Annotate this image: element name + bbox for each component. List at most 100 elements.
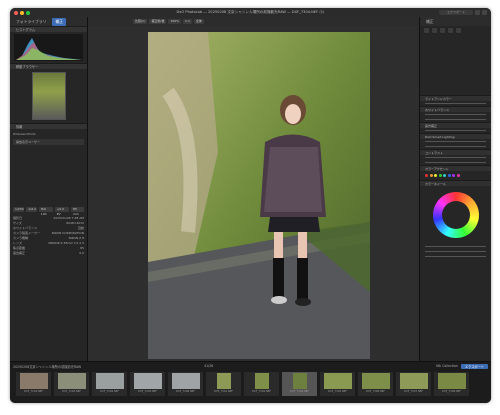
zoom-button[interactable] [26, 10, 30, 15]
viewer: 比較(C) 補正前/後 100% 1:1 全体 [88, 17, 419, 361]
histogram [14, 34, 83, 61]
film-thumb[interactable]: DXF_7308.NEF [434, 372, 469, 396]
thumb-image [57, 373, 86, 389]
window-controls [14, 10, 30, 15]
filmstrip-panel: 20250208文京シャシン人場所の前撮影光RAW 41/26 Nik Coll… [10, 361, 491, 403]
thumb-image [361, 373, 390, 389]
color-wheel-center [441, 201, 470, 229]
info-header[interactable]: 情報 [10, 123, 87, 129]
slider[interactable] [425, 144, 486, 149]
film-thumb[interactable]: DXF_7307.NEF [396, 372, 431, 396]
filmstrip-bar: 20250208文京シャシン人場所の前撮影光RAW 41/26 Nik Coll… [10, 362, 491, 370]
thumb-caption: DXF_7304.NEF [289, 390, 310, 393]
film-thumb[interactable]: DXF_7302.NEF [244, 372, 279, 396]
thumb-caption: DXF_7294.NEF [99, 390, 120, 393]
film-thumb[interactable]: DXF_7305.NEF [320, 372, 355, 396]
export-button[interactable]: エクスポート [439, 10, 473, 15]
nik-collection-button[interactable]: Nik Collection [436, 364, 458, 368]
search-icon[interactable] [456, 28, 461, 33]
thumb-image [133, 373, 162, 389]
fit-button[interactable]: 全体 [193, 19, 204, 24]
color-wheel[interactable] [432, 192, 479, 238]
mask-icon[interactable] [448, 28, 453, 33]
color-swatches [420, 171, 491, 180]
film-thumb-selected[interactable]: DXF_7304.NEF [282, 372, 317, 396]
filmstrip: DXF_7292.NEF DXF_7293.NEF DXF_7294.NEF D… [10, 370, 491, 398]
swatch-purple[interactable] [452, 174, 455, 177]
thumb-image [95, 373, 124, 389]
exif-aperture: 1/2.2 [26, 207, 37, 212]
histogram-header[interactable]: ヒストグラム [10, 26, 87, 32]
crop-icon[interactable] [424, 28, 429, 33]
folder-path[interactable]: 20250208文京シャシン人場所の前撮影光RAW [13, 364, 81, 369]
film-thumb[interactable]: DXF_7293.NEF [54, 372, 89, 396]
thumb-caption: DXF_7305.NEF [327, 390, 348, 393]
customize-title: 補正 [426, 18, 434, 24]
right-panel: 補正 ライトアンドカラー ホワイトバランス 露光補正 DxO Smart Lig… [419, 17, 491, 361]
metadata-list: 撮影日 2025/01/08 7:48 AM サイズ 6048×4032 ホワイトバ… [10, 216, 87, 256]
thumb-caption: DXF_7306.NEF [365, 390, 386, 393]
title-bar: DxO PhotoLab — 20250208 文京シャシン人場所の前撮影光RA… [10, 8, 491, 17]
film-thumb[interactable]: DXF_7294.NEF [92, 372, 127, 396]
meta-row: 露出補正 0.0 [10, 251, 87, 256]
image-count: 41/26 [204, 364, 214, 368]
slider[interactable] [425, 128, 486, 133]
film-thumb[interactable]: DXF_7292.NEF [16, 372, 51, 396]
film-thumb[interactable]: DXF_7301.NEF [206, 372, 241, 396]
slider[interactable] [425, 160, 486, 165]
tab-photo-library[interactable]: フォトライブラリ [13, 18, 49, 26]
swatch-cyan[interactable] [443, 174, 446, 177]
thumb-caption: DXF_7292.NEF [23, 390, 44, 393]
panel-spacer [420, 35, 491, 95]
film-thumb[interactable]: DXF_7306.NEF [358, 372, 393, 396]
camera-section: Hillaread Photo [13, 132, 36, 136]
exif-strip: 1/250 1/2.2 ISO 100 +0.0 EV 85 mm [10, 207, 87, 216]
thumb-caption: DXF_7295.NEF [137, 390, 158, 393]
before-after-button[interactable]: 補正前/後 [149, 19, 167, 24]
swatch-magenta[interactable] [456, 174, 460, 177]
thumb-image [171, 373, 200, 389]
minimize-button[interactable] [20, 10, 24, 15]
tool-icons [420, 26, 491, 35]
thumb-image [292, 373, 307, 389]
swatch-green[interactable] [438, 174, 442, 177]
slider[interactable] [425, 117, 486, 122]
film-thumb[interactable]: DXF_7295.NEF [130, 372, 165, 396]
swatch-yellow[interactable] [434, 174, 437, 177]
navigator-header[interactable]: 移動ブラウザー [10, 63, 87, 69]
swatch-orange[interactable] [429, 174, 433, 177]
thumb-image [323, 373, 352, 389]
swatch-red[interactable] [425, 174, 428, 177]
help-icon[interactable] [482, 10, 487, 15]
film-thumb[interactable]: DXF_7296.NEF [168, 372, 203, 396]
gear-icon[interactable] [475, 10, 480, 15]
camera-detail[interactable]: 開放表示ユーザー [16, 140, 40, 144]
zoom-1to1-button[interactable]: 1:1 [183, 19, 192, 24]
exif-focal: 85 mm [71, 207, 84, 216]
slider[interactable] [425, 101, 486, 106]
section-color-wheel[interactable]: カラーホイール [420, 180, 491, 186]
left-panel: フォトライブラリ 補正 ヒストグラム 移動ブラウザー 情報 Hillaread … [10, 17, 88, 361]
compare-button[interactable]: 比較(C) [133, 19, 148, 24]
eyedropper-icon[interactable] [440, 28, 445, 33]
panel-spacer [10, 147, 87, 207]
zoom-100-button[interactable]: 100% [168, 19, 182, 24]
thumb-caption: DXF_7308.NEF [441, 390, 462, 393]
thumb-image [437, 373, 466, 389]
meta-value: NIKKOR Z 85mm f/1.2 S [48, 241, 84, 245]
meta-value: 0.0 [79, 251, 84, 255]
thumb-image [399, 373, 428, 389]
exif-ev: +0.0 EV [54, 207, 70, 216]
thumb-image [254, 373, 269, 389]
close-button[interactable] [14, 10, 18, 15]
main-photo[interactable] [148, 32, 370, 359]
swatch-blue[interactable] [447, 174, 451, 177]
navigator-thumbnail[interactable] [31, 72, 66, 120]
slider[interactable] [425, 254, 486, 259]
export-disk-button[interactable]: エクスポート [460, 363, 488, 369]
thumb-image [19, 373, 48, 389]
brush-icon[interactable] [432, 28, 437, 33]
thumb-caption: DXF_7296.NEF [175, 390, 196, 393]
thumb-caption: DXF_7302.NEF [251, 390, 272, 393]
tab-customize[interactable]: 補正 [52, 17, 66, 26]
